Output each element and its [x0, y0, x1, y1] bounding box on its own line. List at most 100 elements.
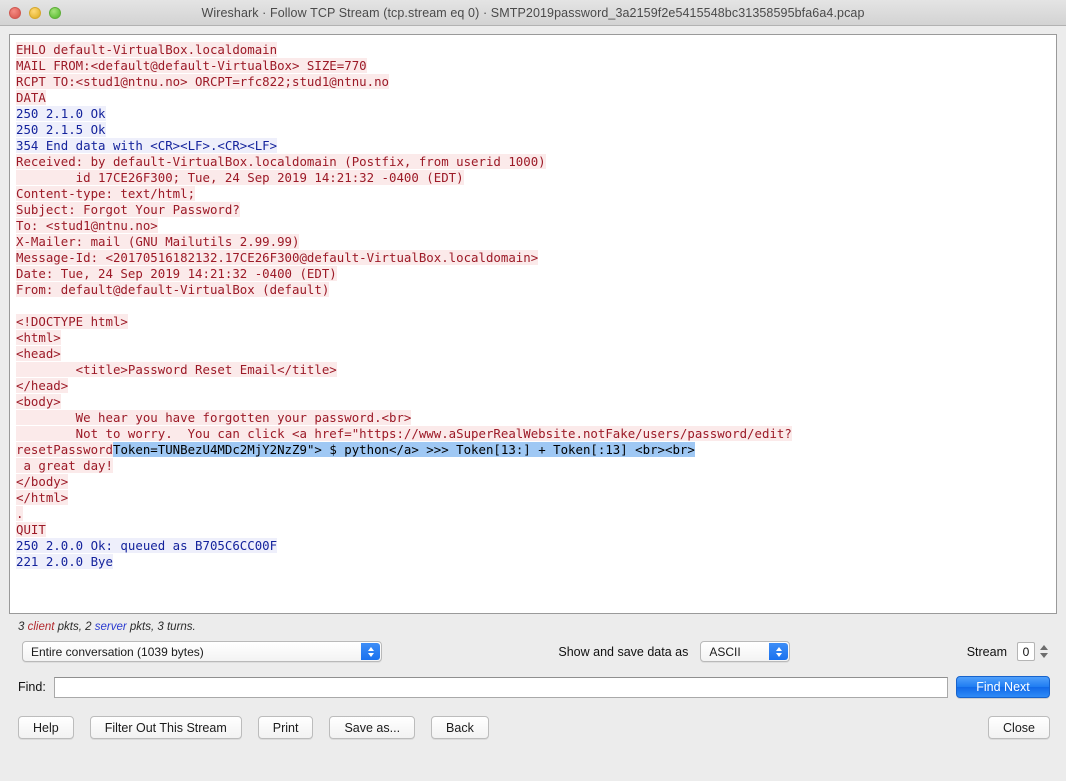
chevron-updown-icon	[361, 643, 380, 660]
chevron-updown-icon	[769, 643, 789, 660]
stream-line: 354 End data with <CR><LF>.<CR><LF>	[16, 138, 1050, 154]
stream-segment-client: MAIL FROM:<default@default-VirtualBox> S…	[16, 58, 367, 73]
stream-line: 250 2.1.5 Ok	[16, 122, 1050, 138]
stream-line: Date: Tue, 24 Sep 2019 14:21:32 -0400 (E…	[16, 266, 1050, 282]
stream-segment-client: DATA	[16, 90, 46, 105]
show-save-data-as-label: Show and save data as	[558, 644, 689, 659]
find-input[interactable]	[53, 676, 948, 698]
stream-line: QUIT	[16, 522, 1050, 538]
stream-segment-client: Date: Tue, 24 Sep 2019 14:21:32 -0400 (E…	[16, 266, 337, 281]
stream-segment-client: EHLO default-VirtualBox.localdomain	[16, 42, 278, 57]
stream-segment-server: 354 End data with <CR><LF>.<CR><LF>	[16, 138, 278, 153]
stream-line: <!DOCTYPE html>	[16, 314, 1050, 330]
stream-segment-client: Message-Id: <20170516182132.17CE26F300@d…	[16, 250, 539, 265]
back-button[interactable]: Back	[431, 716, 489, 739]
stream-line: id 17CE26F300; Tue, 24 Sep 2019 14:21:32…	[16, 170, 1050, 186]
filter-out-this-stream-button[interactable]: Filter Out This Stream	[89, 716, 242, 739]
close-window-icon[interactable]	[9, 6, 21, 19]
stream-line: <title>Password Reset Email</title>	[16, 362, 1050, 378]
stepper-up-icon[interactable]	[1039, 645, 1048, 650]
stream-line: <body>	[16, 394, 1050, 410]
stream-segment-client: <!DOCTYPE html>	[16, 314, 128, 329]
stream-line: DATA	[16, 90, 1050, 106]
find-next-button[interactable]: Find Next	[956, 676, 1050, 698]
save-as-button[interactable]: Save as...	[329, 716, 416, 739]
stream-segment-client: From: default@default-VirtualBox (defaul…	[16, 282, 330, 297]
stream-segment-server: 250 2.1.5 Ok	[16, 122, 106, 137]
window-title: Wireshark · Follow TCP Stream (tcp.strea…	[201, 5, 865, 20]
stream-line: <html>	[16, 330, 1050, 346]
stream-segment-client: Content-type: text/html;	[16, 186, 196, 201]
stream-segment-client: Not to worry. You can click <a href="htt…	[16, 426, 792, 441]
server-keyword: server	[94, 621, 127, 633]
stream-segment-client: To: <stud1@ntnu.no>	[16, 218, 158, 233]
stream-content-pane[interactable]: EHLO default-VirtualBox.localdomain MAIL …	[9, 34, 1057, 614]
stream-line: resetPasswordToken=TUNBezU4MDc2MjY2NzZ9"…	[16, 442, 1050, 458]
stream-line: RCPT TO:<stud1@ntnu.no> ORCPT=rfc822;stu…	[16, 74, 1050, 90]
stream-line: Subject: Forgot Your Password?	[16, 202, 1050, 218]
stream-segment-client: QUIT	[16, 522, 46, 537]
stream-stepper[interactable]	[1037, 642, 1050, 662]
find-row: Find: Find Next	[0, 662, 1066, 698]
stream-line: 250 2.1.0 Ok	[16, 106, 1050, 122]
help-button[interactable]: Help	[18, 716, 74, 739]
client-keyword: client	[27, 621, 55, 633]
data-format-select-value: ASCII	[709, 644, 741, 659]
stream-segment-client: <html>	[16, 330, 61, 345]
stream-label: Stream	[966, 644, 1007, 659]
stream-segment-client: .	[16, 506, 24, 521]
stream-line: 221 2.0.0 Bye	[16, 554, 1050, 570]
stream-segment-client: id 17CE26F300; Tue, 24 Sep 2019 14:21:32…	[16, 170, 464, 185]
stream-line: Received: by default-VirtualBox.localdom…	[16, 154, 1050, 170]
stream-segment-client: RCPT TO:<stud1@ntnu.no> ORCPT=rfc822;stu…	[16, 74, 389, 89]
traffic-light-group	[0, 6, 61, 19]
stepper-down-icon[interactable]	[1039, 653, 1048, 658]
stream-line: From: default@default-VirtualBox (defaul…	[16, 282, 1050, 298]
stream-line: </head>	[16, 378, 1050, 394]
stream-line: Content-type: text/html;	[16, 186, 1050, 202]
stream-line: a great day!	[16, 458, 1050, 474]
stream-line: </body>	[16, 474, 1050, 490]
stream-pane-wrapper: EHLO default-VirtualBox.localdomain MAIL …	[0, 26, 1066, 614]
stream-segment-client: <body>	[16, 394, 61, 409]
stream-segment-client: Subject: Forgot Your Password?	[16, 202, 240, 217]
maximize-window-icon[interactable]	[49, 6, 61, 19]
stream-text[interactable]: EHLO default-VirtualBox.localdomain MAIL …	[16, 42, 1050, 570]
stream-controls-row: Entire conversation (1039 bytes) Show an…	[0, 633, 1066, 662]
find-label: Find:	[18, 680, 46, 694]
stream-line: </html>	[16, 490, 1050, 506]
stream-segment-client: </html>	[16, 490, 69, 505]
stream-segment-server: 250 2.1.0 Ok	[16, 106, 106, 121]
stream-segment-selected: Token=TUNBezU4MDc2MjY2NzZ9"> $ python</a…	[112, 442, 695, 457]
window-titlebar: Wireshark · Follow TCP Stream (tcp.strea…	[0, 0, 1066, 26]
stream-line: To: <stud1@ntnu.no>	[16, 218, 1050, 234]
dialog-button-row: Help Filter Out This Stream Print Save a…	[0, 698, 1066, 739]
conversation-select-value: Entire conversation (1039 bytes)	[31, 644, 204, 659]
packet-summary-status: 3 client pkts, 2 server pkts, 3 turns.	[0, 614, 1066, 633]
conversation-select[interactable]: Entire conversation (1039 bytes)	[22, 641, 382, 662]
stream-segment-client: resetPassword	[16, 442, 113, 457]
stream-line: X-Mailer: mail (GNU Mailutils 2.99.99)	[16, 234, 1050, 250]
stream-line: Message-Id: <20170516182132.17CE26F300@d…	[16, 250, 1050, 266]
data-format-select[interactable]: ASCII	[700, 641, 791, 662]
minimize-window-icon[interactable]	[29, 6, 41, 19]
stream-line: <head>	[16, 346, 1050, 362]
client-packet-suffix: pkts,	[54, 621, 86, 633]
stream-line: 250 2.0.0 Ok: queued as B705C6CC00F	[16, 538, 1050, 554]
stream-segment-client: <title>Password Reset Email</title>	[16, 362, 337, 377]
print-button[interactable]: Print	[257, 716, 314, 739]
stream-number-input[interactable]: 0	[1017, 642, 1035, 661]
stream-line: EHLO default-VirtualBox.localdomain	[16, 42, 1050, 58]
stream-line	[16, 298, 1050, 314]
stream-segment-server: 221 2.0.0 Bye	[16, 554, 113, 569]
stream-segment-client: </head>	[16, 378, 69, 393]
stream-segment-client: <head>	[16, 346, 61, 361]
stream-line: MAIL FROM:<default@default-VirtualBox> S…	[16, 58, 1050, 74]
stream-segment-client: a great day!	[16, 458, 113, 473]
stream-segment-client: X-Mailer: mail (GNU Mailutils 2.99.99)	[16, 234, 300, 249]
stream-segment-client: Received: by default-VirtualBox.localdom…	[16, 154, 546, 169]
stream-line: Not to worry. You can click <a href="htt…	[16, 426, 1050, 442]
stream-line: We hear you have forgotten your password…	[16, 410, 1050, 426]
close-button[interactable]: Close	[988, 716, 1050, 739]
stream-segment-server: 250 2.0.0 Ok: queued as B705C6CC00F	[16, 538, 278, 553]
